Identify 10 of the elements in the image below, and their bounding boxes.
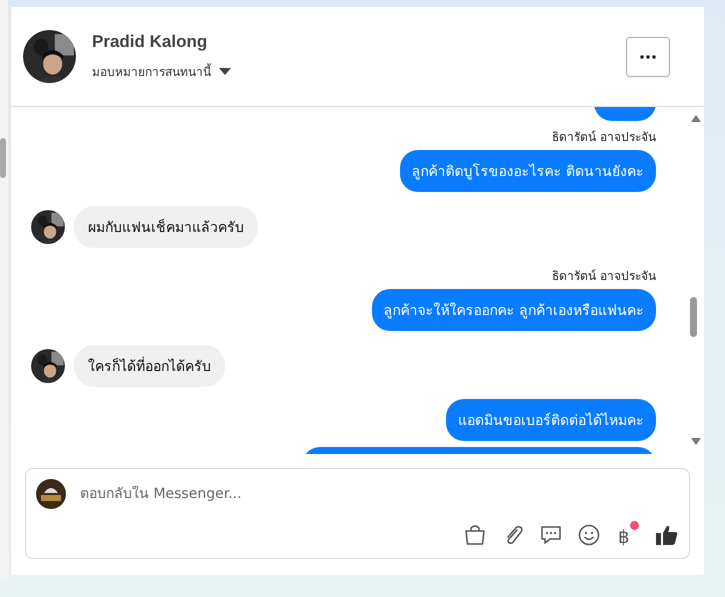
message-bubble: ลูกค้าจะให้ใครออกคะ ลูกค้าเองหรือแฟนคะ bbox=[372, 289, 656, 331]
message-bubble: แอดมินขอเบอร์ติดต่อได้ไหมคะ bbox=[446, 399, 656, 441]
assign-label[interactable]: มอบหมายการสนทนานี้ bbox=[92, 62, 211, 81]
payment-button[interactable]: ฿ bbox=[616, 521, 639, 548]
message-bubble: ใครก็ได้ที่ออกได้ครับ bbox=[74, 345, 225, 387]
contact-name: Pradid Kalong bbox=[92, 32, 208, 52]
message-bubble: ลูกค้าติดบูโรของอะไรคะ ติดนานยังคะ bbox=[400, 150, 656, 192]
sender-name: ธิดารัตน์ อาจประจัน bbox=[552, 268, 656, 285]
message-bubble: ผมกับแฟนเช็คมาแล้วครับ bbox=[74, 206, 258, 248]
sender-name: ธิดารัตน์ อาจประจัน bbox=[552, 129, 656, 146]
